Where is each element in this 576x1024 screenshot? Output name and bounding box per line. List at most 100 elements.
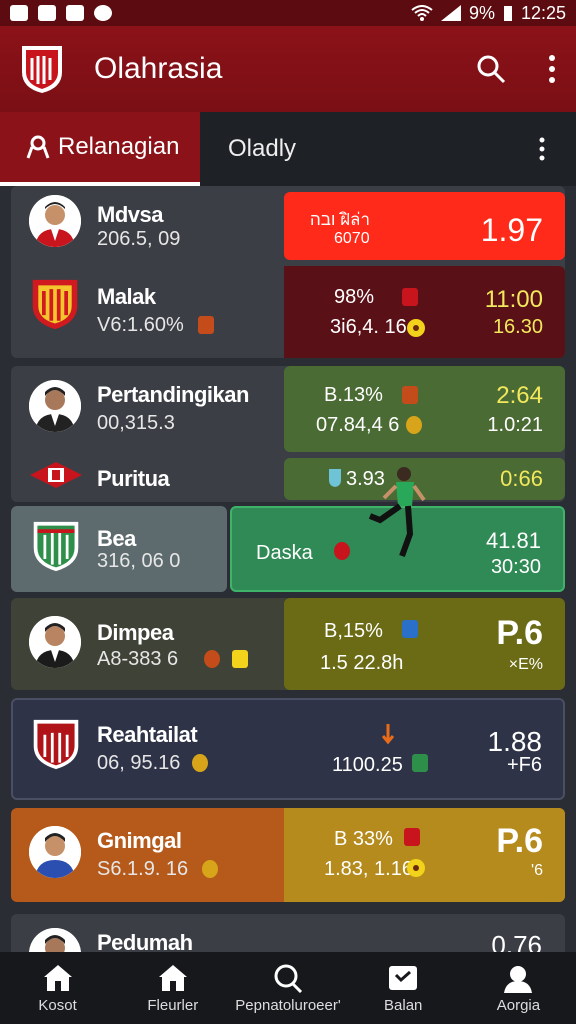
nav-label: Kosot <box>38 996 77 1014</box>
team-stat: 00,315.3 <box>97 412 175 434</box>
odds-value: 0.76 <box>491 930 542 952</box>
nav-label: Pepnatoluroeer' <box>235 996 341 1014</box>
signal-icon <box>440 5 461 21</box>
more-menu-icon[interactable] <box>548 54 556 84</box>
search-icon[interactable] <box>476 54 506 84</box>
status-bar: 9% 12:25 <box>0 0 576 26</box>
club-crest-icon <box>33 521 79 572</box>
odds-time: '6 <box>531 862 543 879</box>
team-stat: 206.5, 09 <box>97 228 181 250</box>
nav-aorgia[interactable]: Aorgia <box>461 952 576 1024</box>
club-crest-icon <box>32 279 78 330</box>
nav-label: Balan <box>384 996 423 1014</box>
odds-time: ×E% <box>508 656 543 673</box>
team-name: Malak <box>97 284 156 309</box>
ball-icon <box>407 319 425 337</box>
home-icon <box>43 964 72 991</box>
nav-balan[interactable]: Balan <box>346 952 461 1024</box>
app-title: Olahrasia <box>94 52 223 85</box>
odds-value: 11:00 <box>484 286 543 313</box>
search-icon <box>274 964 303 993</box>
tab-bar: Relanagian Oladly <box>0 112 576 186</box>
odds-panel[interactable]: B,15% 1.5 22.8h P.6 ×E% <box>284 598 565 690</box>
odds-time: 16.30 <box>492 316 543 338</box>
team-name: Dimpea <box>97 620 174 645</box>
team-crest-icon <box>402 288 418 306</box>
wifi-icon <box>411 5 433 21</box>
player-avatar <box>29 616 81 668</box>
ribbon-icon <box>26 135 50 159</box>
tab-relanagian[interactable]: Relanagian <box>0 112 200 186</box>
tab-label: Relanagian <box>58 133 180 160</box>
notification-icons <box>10 5 112 21</box>
odds-time: 1.0:21 <box>487 414 543 436</box>
team-stat: S6.1.9. 16 <box>97 858 189 880</box>
odds-value: 0:66 <box>500 466 543 491</box>
odds-percent: B.13% <box>324 384 383 406</box>
club-crest-icon <box>33 719 79 770</box>
nav-fleurler[interactable]: Fleurler <box>115 952 230 1024</box>
team-crest-icon <box>329 469 341 487</box>
odds-panel[interactable]: Daska 41.81 30:30 <box>230 467 565 592</box>
marker-icon <box>382 724 394 745</box>
notification-icon <box>38 5 56 21</box>
tab-label: Oladly <box>228 135 297 162</box>
player-avatar <box>29 195 81 247</box>
battery-icon <box>503 6 512 21</box>
bottom-navigation: Kosot Fleurler Pepnatoluroeer' Balan Aor… <box>0 952 576 1024</box>
ball-icon <box>407 859 425 877</box>
battery-text: 9% <box>468 2 495 23</box>
ticket-icon <box>389 965 418 990</box>
clock: 12:25 <box>520 2 566 23</box>
tab-oladly[interactable]: Oladly <box>200 112 296 186</box>
match-card[interactable] <box>11 914 565 952</box>
notification-icon <box>94 5 112 21</box>
nav-label: Fleurler <box>147 996 199 1014</box>
odds-value: 1.97 <box>480 212 543 248</box>
odds-code: 6070 <box>334 230 370 247</box>
team-stat: V6:1.60% <box>97 314 184 336</box>
odds-value: 2:64 <box>496 382 543 409</box>
odds-detail: 3i6,4. 16 <box>330 316 407 338</box>
club-crest-icon <box>30 462 82 488</box>
team-name: Reahtailat <box>97 722 198 747</box>
match-card[interactable] <box>11 698 565 800</box>
home-icon <box>158 964 187 991</box>
team-crest-icon <box>402 386 418 404</box>
odds-detail: 07.84,4 6 <box>316 414 400 436</box>
player-avatar <box>29 380 81 432</box>
odds-panel[interactable]: B 33% 1.83, 1.16 P.6 '6 <box>284 808 565 902</box>
team-crest-icon <box>192 754 208 772</box>
odds-panel[interactable]: 98% 3i6,4. 16 11:00 16.30 <box>284 266 565 358</box>
odds-percent: B 33% <box>334 828 393 850</box>
team-name: Puritua <box>97 466 170 491</box>
team-name: Mdvsa <box>97 202 163 227</box>
notification-icon <box>66 5 84 21</box>
team-crest-icon <box>412 754 428 772</box>
odds-detail: 1.5 22.8h <box>320 652 404 674</box>
odds-panel[interactable]: B.13% 07.84,4 6 2:64 1.0:21 <box>284 366 565 452</box>
team-stat: A8-383 6 <box>97 648 179 670</box>
odds-value: P.6 <box>496 614 543 652</box>
nav-kosot[interactable]: Kosot <box>0 952 115 1024</box>
team-stat: 06, 95.16 <box>97 752 181 774</box>
player-avatar <box>29 826 81 878</box>
nav-label: Aorgia <box>496 996 541 1014</box>
match-list: Mdvsa 206.5, 09 ובה ฝิล่า 6070 1.97 Mala… <box>0 186 576 952</box>
team-name: Pedumah <box>97 930 193 952</box>
odds-time: +F6 <box>506 754 542 776</box>
nav-search[interactable]: Pepnatoluroeer' <box>230 952 345 1024</box>
odds-label: ובה ฝิล่า <box>310 210 371 229</box>
odds-percent: 98% <box>334 286 375 308</box>
odds-panel[interactable]: ובה ฝิล่า 6070 1.97 <box>284 192 565 260</box>
team-crest-icon <box>232 650 248 668</box>
team-name: Bea <box>97 526 136 551</box>
tabs-more-icon[interactable] <box>538 137 546 161</box>
odds-label: Daska <box>256 542 313 564</box>
odds-value: 41.81 <box>485 528 541 553</box>
player-kick-icon <box>368 467 426 558</box>
team-crest-icon <box>404 828 420 846</box>
team-crest-icon <box>334 542 350 560</box>
notification-icon <box>10 5 28 21</box>
team-stat: 316, 06 0 <box>97 550 181 572</box>
